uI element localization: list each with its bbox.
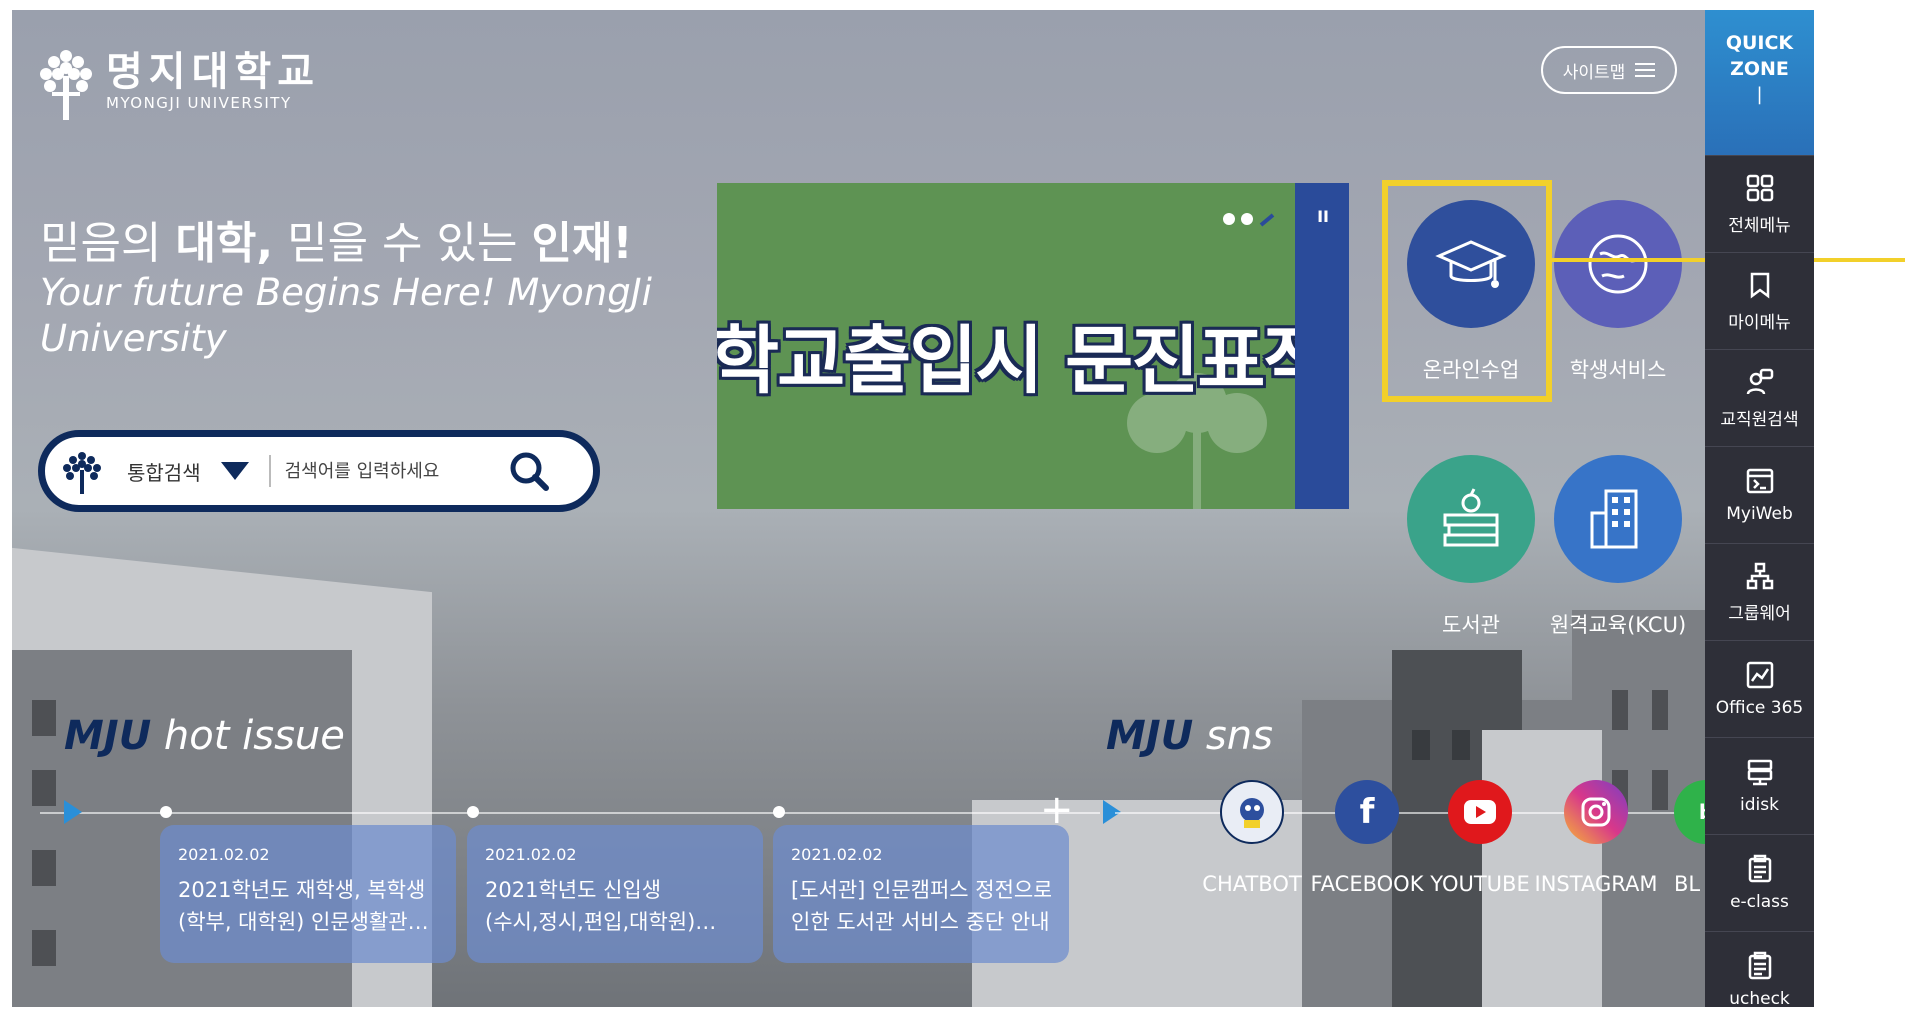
card-date: 2021.02.02 xyxy=(485,845,577,864)
card-date: 2021.02.02 xyxy=(178,845,270,864)
quickzone-label: 마이메뉴 xyxy=(1728,312,1791,333)
more-plus-icon[interactable]: + xyxy=(1040,790,1074,830)
quickzone-item-staff-search[interactable]: 교직원검색 xyxy=(1705,349,1814,446)
search-input[interactable] xyxy=(282,459,497,483)
quick-zone-title: QUICK xyxy=(1725,32,1794,54)
timeline-arrow-icon xyxy=(64,800,82,824)
search-divider xyxy=(268,455,271,487)
building-window xyxy=(32,700,56,736)
card-date: 2021.02.02 xyxy=(791,845,883,864)
slogan-english: Your future Begins Here! MyongJi Univers… xyxy=(40,271,652,360)
sns-label: CHATBOT xyxy=(1202,872,1302,896)
quickzone-item-office365[interactable]: Office 365 xyxy=(1705,640,1814,737)
sns-youtube[interactable]: YOUTUBE xyxy=(1426,780,1534,896)
quickzone-label: ucheck xyxy=(1729,989,1790,1009)
sns-blog[interactable]: b BL xyxy=(1674,780,1705,896)
slogan-korean: 믿음의 대학, 믿을 수 있는 인재! xyxy=(40,218,633,269)
hot-issue-card[interactable]: 2021.02.02 2021학년도 신입생 (수시,정시,편입,대학원)… xyxy=(467,825,763,963)
quickzone-item-myiweb[interactable]: MyiWeb xyxy=(1705,446,1814,543)
quick-zone-header[interactable]: QUICK ZONE | xyxy=(1705,10,1814,155)
card-title-line2: (학부, 대학원) 인문생활관… xyxy=(178,910,429,934)
quickzone-label: idisk xyxy=(1740,795,1779,815)
timeline-line xyxy=(40,812,1100,814)
sns-list: CHATBOT f FACEBOOK YOUTUBE INSTAGRAM b B… xyxy=(1196,0,1705,1007)
quick-zone-title: ZONE xyxy=(1730,58,1789,80)
university-logo[interactable]: 명지대학교 MYONGJI UNIVERSITY xyxy=(36,42,320,122)
chart-window-icon xyxy=(1746,661,1773,689)
building-window xyxy=(32,930,56,966)
quickzone-label: 교직원검색 xyxy=(1720,409,1799,430)
card-title-line1: 2021학년도 재학생, 복학생 xyxy=(178,878,426,902)
timeline-node xyxy=(773,806,785,818)
tree-logo-icon xyxy=(63,452,101,494)
quickzone-item-all-menu[interactable]: 전체메뉴 xyxy=(1705,155,1814,252)
hot-issue-card[interactable]: 2021.02.02 [도서관] 인문캠퍼스 정전으로 인한 도서관 서비스 중… xyxy=(773,825,1069,963)
quickzone-item-groupware[interactable]: 그룹웨어 xyxy=(1705,543,1814,640)
quickzone-label: MyiWeb xyxy=(1726,504,1793,524)
sns-label: FACEBOOK xyxy=(1310,872,1424,896)
sns-label: YOUTUBE xyxy=(1430,872,1530,896)
sns-label: INSTAGRAM xyxy=(1534,872,1658,896)
quickzone-item-ucheck[interactable]: ucheck xyxy=(1705,931,1814,1028)
quickzone-label: Office 365 xyxy=(1715,698,1804,718)
sns-facebook[interactable]: f FACEBOOK xyxy=(1308,780,1426,896)
youtube-icon xyxy=(1448,780,1512,844)
terminal-icon xyxy=(1746,468,1773,494)
search-category-select[interactable]: 통합검색 xyxy=(127,457,201,486)
integrated-search-bar: 통합검색 xyxy=(38,430,600,512)
search-icon[interactable] xyxy=(507,449,551,493)
chatbot-icon xyxy=(1220,780,1284,844)
logo-english-text: MYONGJI UNIVERSITY xyxy=(106,94,292,112)
blog-icon: b xyxy=(1674,780,1705,844)
quickzone-label: 그룹웨어 xyxy=(1728,603,1791,624)
chevron-down-icon[interactable] xyxy=(220,462,249,480)
building-window xyxy=(32,850,56,886)
org-chart-icon xyxy=(1746,562,1773,589)
sns-instagram[interactable]: INSTAGRAM xyxy=(1534,780,1658,896)
quickzone-label: e-class xyxy=(1730,892,1789,912)
hot-issue-card[interactable]: 2021.02.02 2021학년도 재학생, 복학생 (학부, 대학원) 인문… xyxy=(160,825,456,963)
person-search-icon xyxy=(1746,368,1773,394)
card-title-line1: 2021학년도 신입생 xyxy=(485,878,662,902)
quick-zone-divider: | xyxy=(1756,84,1763,105)
logo-korean-text: 명지대학교 xyxy=(106,49,320,95)
instagram-icon xyxy=(1564,780,1628,844)
timeline-node xyxy=(467,806,479,818)
tree-logo-icon xyxy=(40,50,92,120)
bookmark-icon xyxy=(1750,272,1769,298)
timeline-node xyxy=(160,806,172,818)
building-window xyxy=(32,770,56,806)
quickzone-item-idisk[interactable]: idisk xyxy=(1705,737,1814,834)
quick-zone-sidebar: QUICK ZONE | 전체메뉴 마이메뉴 교직원검색 MyiWeb 그룹웨어… xyxy=(1705,10,1814,1009)
quickzone-item-eclass[interactable]: e-class xyxy=(1705,834,1814,931)
card-title-line2: 인한 도서관 서비스 중단 안내 xyxy=(791,910,1050,934)
server-icon xyxy=(1747,759,1772,786)
clipboard-check-icon xyxy=(1748,951,1771,980)
facebook-icon: f xyxy=(1335,780,1399,844)
quickzone-item-my-menu[interactable]: 마이메뉴 xyxy=(1705,252,1814,349)
sns-chatbot[interactable]: CHATBOT xyxy=(1196,780,1308,896)
slogan: 믿음의 대학, 믿을 수 있는 인재! Your future Begins H… xyxy=(40,218,660,362)
clipboard-icon xyxy=(1748,854,1771,883)
quickzone-label: 전체메뉴 xyxy=(1728,215,1791,236)
sns-label: BL xyxy=(1674,872,1701,896)
hot-issue-title: MJU hot issue xyxy=(64,713,345,759)
grid-icon xyxy=(1746,174,1773,201)
card-title-line2: (수시,정시,편입,대학원)… xyxy=(485,910,717,934)
card-title-line1: [도서관] 인문캠퍼스 정전으로 xyxy=(791,878,1051,902)
